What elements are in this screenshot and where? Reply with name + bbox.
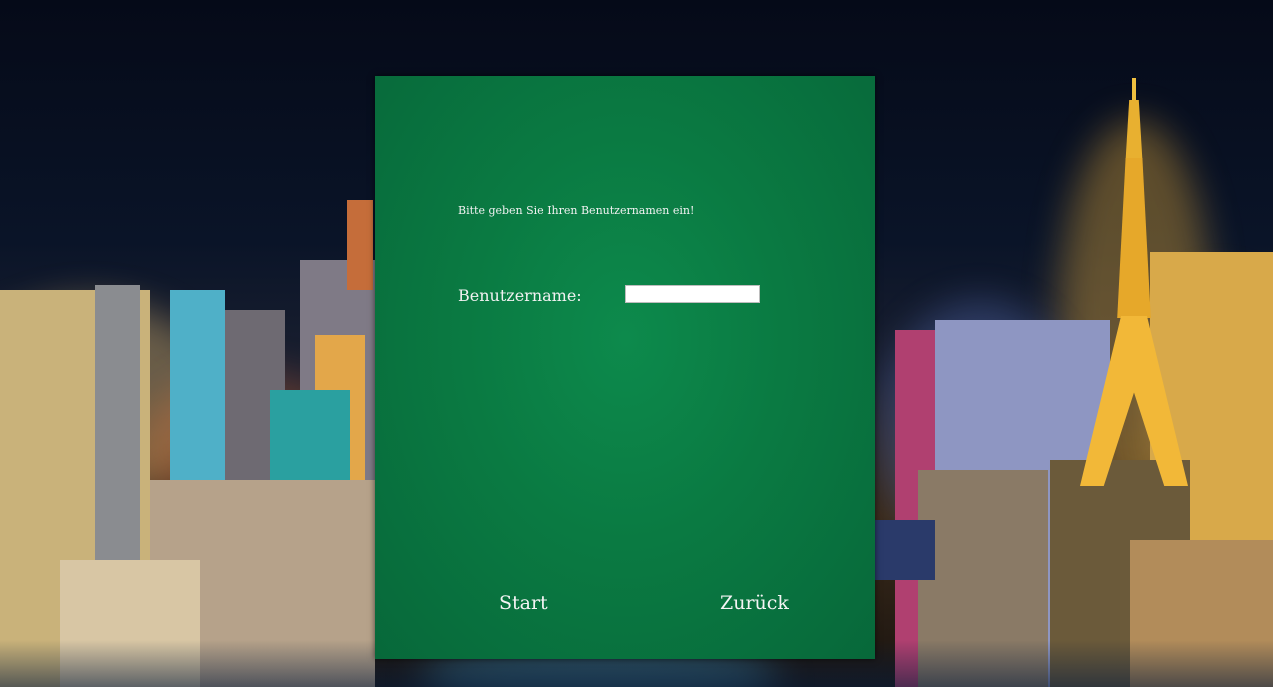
building bbox=[347, 200, 373, 290]
username-input[interactable] bbox=[625, 285, 760, 303]
building bbox=[875, 520, 935, 580]
prompt-text: Bitte geben Sie Ihren Benutzernamen ein! bbox=[458, 204, 695, 217]
username-label: Benutzername: bbox=[458, 286, 582, 305]
back-button[interactable]: Zurück bbox=[720, 592, 789, 614]
start-button[interactable]: Start bbox=[499, 592, 548, 614]
login-panel: Bitte geben Sie Ihren Benutzernamen ein!… bbox=[375, 76, 875, 659]
